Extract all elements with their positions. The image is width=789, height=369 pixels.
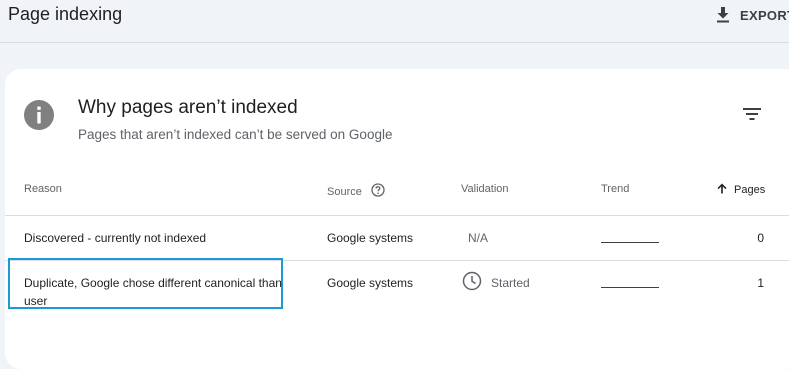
row-source: Google systems bbox=[327, 276, 414, 290]
card-subtitle: Pages that aren’t indexed can’t be serve… bbox=[78, 127, 393, 142]
column-header-reason: Reason bbox=[24, 183, 62, 195]
card-title: Why pages aren’t indexed bbox=[78, 97, 298, 118]
column-label-source: Source bbox=[327, 185, 362, 198]
top-bar: Page indexing EXPORT bbox=[0, 0, 789, 43]
column-header-validation: Validation bbox=[461, 183, 509, 195]
row-validation: N/A bbox=[468, 231, 488, 245]
row-pages: 0 bbox=[757, 231, 764, 245]
column-label-pages: Pages bbox=[734, 184, 766, 196]
column-header-trend: Trend bbox=[601, 183, 629, 195]
clock-icon bbox=[462, 271, 482, 294]
export-button[interactable]: EXPORT bbox=[716, 4, 789, 26]
row-reason[interactable]: Duplicate, Google chose different canoni… bbox=[24, 274, 284, 310]
help-circle-icon[interactable] bbox=[371, 183, 385, 200]
row-validation: Started bbox=[462, 271, 530, 294]
not-indexed-card: Why pages aren’t indexed Pages that aren… bbox=[5, 69, 789, 369]
column-label-validation: Validation bbox=[461, 183, 509, 195]
header-divider bbox=[5, 215, 789, 216]
column-label-trend: Trend bbox=[601, 183, 630, 195]
download-icon bbox=[716, 7, 730, 23]
row-pages: 1 bbox=[757, 276, 764, 290]
column-header-pages[interactable]: Pages bbox=[717, 183, 765, 197]
column-header-source: Source bbox=[327, 183, 385, 200]
page-title: Page indexing bbox=[8, 4, 123, 24]
filter-icon[interactable] bbox=[743, 107, 761, 126]
trend-sparkline bbox=[601, 242, 659, 243]
trend-sparkline bbox=[601, 287, 659, 288]
column-label-reason: Reason bbox=[24, 183, 62, 195]
export-label: EXPORT bbox=[740, 7, 789, 23]
row-reason[interactable]: Discovered - currently not indexed bbox=[24, 231, 206, 245]
row-validation-label: Started bbox=[491, 275, 530, 290]
info-icon bbox=[24, 100, 54, 135]
row-source: Google systems bbox=[327, 231, 414, 245]
row-validation-label: N/A bbox=[468, 231, 489, 245]
arrow-up-icon bbox=[717, 183, 727, 197]
